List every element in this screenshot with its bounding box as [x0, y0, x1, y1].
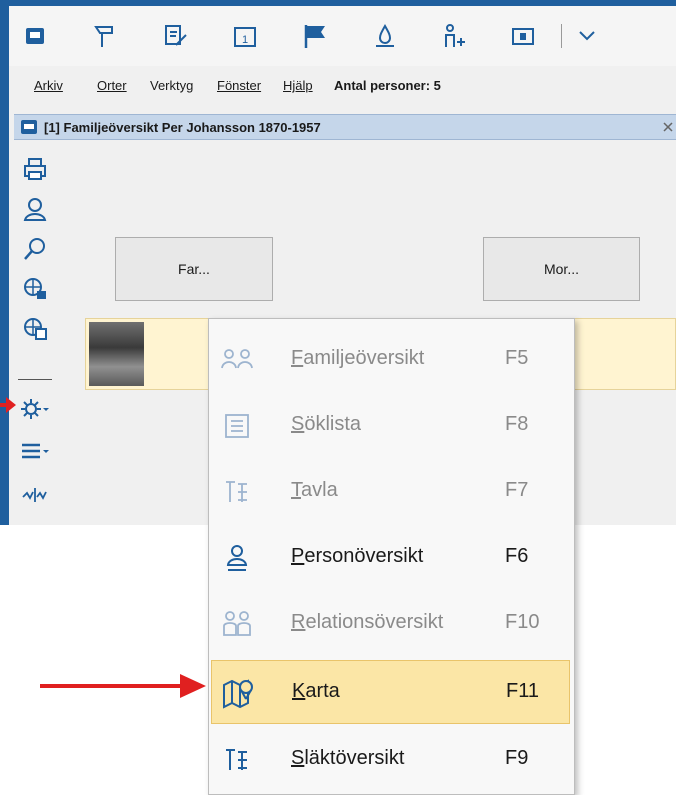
menu-item-relationsoversikt[interactable]: Relationsöversikt F10	[209, 592, 574, 656]
mother-button[interactable]: Mor...	[483, 237, 640, 301]
list-icon	[221, 410, 253, 442]
close-icon[interactable]	[662, 121, 674, 133]
menu-item-label: Söklista	[291, 413, 362, 435]
card-icon[interactable]	[503, 16, 543, 56]
side-separator	[18, 379, 52, 380]
archive-icon[interactable]	[15, 16, 55, 56]
map-icon	[222, 677, 254, 709]
side-toolbar	[14, 148, 54, 520]
menu-verktyg[interactable]: Verktyg	[150, 78, 193, 93]
window-icon	[21, 120, 37, 134]
menu-item-label: Tavla	[291, 479, 338, 501]
menu-icon[interactable]	[20, 436, 50, 466]
menu-item-shortcut: F11	[506, 680, 539, 702]
father-button[interactable]: Far...	[115, 237, 273, 301]
flag-icon[interactable]	[295, 16, 335, 56]
globe-copy-icon[interactable]	[20, 314, 50, 344]
menu-item-tavla[interactable]: Tavla F7	[209, 460, 574, 524]
calendar-icon[interactable]: 1	[225, 16, 265, 56]
place-icon[interactable]	[85, 16, 125, 56]
menu-hjalp[interactable]: Hjälp	[283, 78, 313, 93]
chart-icon[interactable]	[20, 480, 50, 510]
menu-item-personoversikt[interactable]: Personöversikt F6	[209, 526, 574, 590]
print-icon[interactable]	[20, 154, 50, 184]
settings-icon[interactable]	[20, 394, 50, 424]
search-icon[interactable]	[20, 234, 50, 264]
document-title-bar: [1] Familjeöversikt Per Johansson 1870-1…	[14, 114, 676, 140]
menu-item-shortcut: F6	[505, 545, 529, 567]
menu-item-slaktoversikt[interactable]: Släktöversikt F9	[209, 728, 574, 792]
menu-item-shortcut: F7	[505, 479, 529, 501]
menu-item-label: Personöversikt	[291, 545, 424, 567]
dropdown-icon[interactable]	[567, 16, 607, 56]
menu-item-shortcut: F9	[505, 747, 529, 769]
menu-arkiv[interactable]: Arkiv	[34, 78, 63, 93]
water-icon[interactable]	[365, 16, 405, 56]
toolbar: 1	[9, 6, 676, 66]
globe-lock-icon[interactable]	[20, 274, 50, 304]
menu-item-karta[interactable]: Karta F11	[211, 660, 570, 724]
menu-item-label: Karta	[292, 680, 340, 702]
person-photo	[89, 322, 144, 386]
person-overview-icon	[221, 542, 253, 574]
karta-arrow	[40, 674, 206, 698]
side-arrow	[0, 397, 16, 413]
relation-icon	[221, 608, 253, 640]
menu-item-shortcut: F8	[505, 413, 529, 435]
view-menu: Familjeöversikt F5 Söklista F8 Tavla F7 …	[208, 318, 575, 795]
person-count: Antal personer: 5	[334, 78, 441, 93]
edit-icon[interactable]	[155, 16, 195, 56]
menu-fonster[interactable]: Fönster	[217, 78, 261, 93]
board-icon	[221, 476, 253, 508]
menu-orter[interactable]: Orter	[97, 78, 127, 93]
document-title: [1] Familjeöversikt Per Johansson 1870-1…	[44, 120, 321, 135]
family-tree-icon	[221, 744, 253, 776]
menu-item-soklista[interactable]: Söklista F8	[209, 394, 574, 458]
toolbar-separator	[561, 24, 562, 48]
menu-item-label: Relationsöversikt	[291, 611, 444, 633]
menu-item-familjeoversikt[interactable]: Familjeöversikt F5	[209, 328, 574, 392]
menu-item-shortcut: F10	[505, 611, 540, 633]
menu-item-label: Släktöversikt	[291, 747, 405, 769]
svg-text:1: 1	[242, 34, 248, 46]
add-person-icon[interactable]	[433, 16, 473, 56]
menu-bar: Arkiv Orter Verktyg Fönster Hjälp Antal …	[9, 72, 676, 100]
menu-item-label: Familjeöversikt	[291, 347, 425, 369]
person-icon[interactable]	[20, 194, 50, 224]
family-icon	[221, 344, 253, 376]
menu-item-shortcut: F5	[505, 347, 529, 369]
